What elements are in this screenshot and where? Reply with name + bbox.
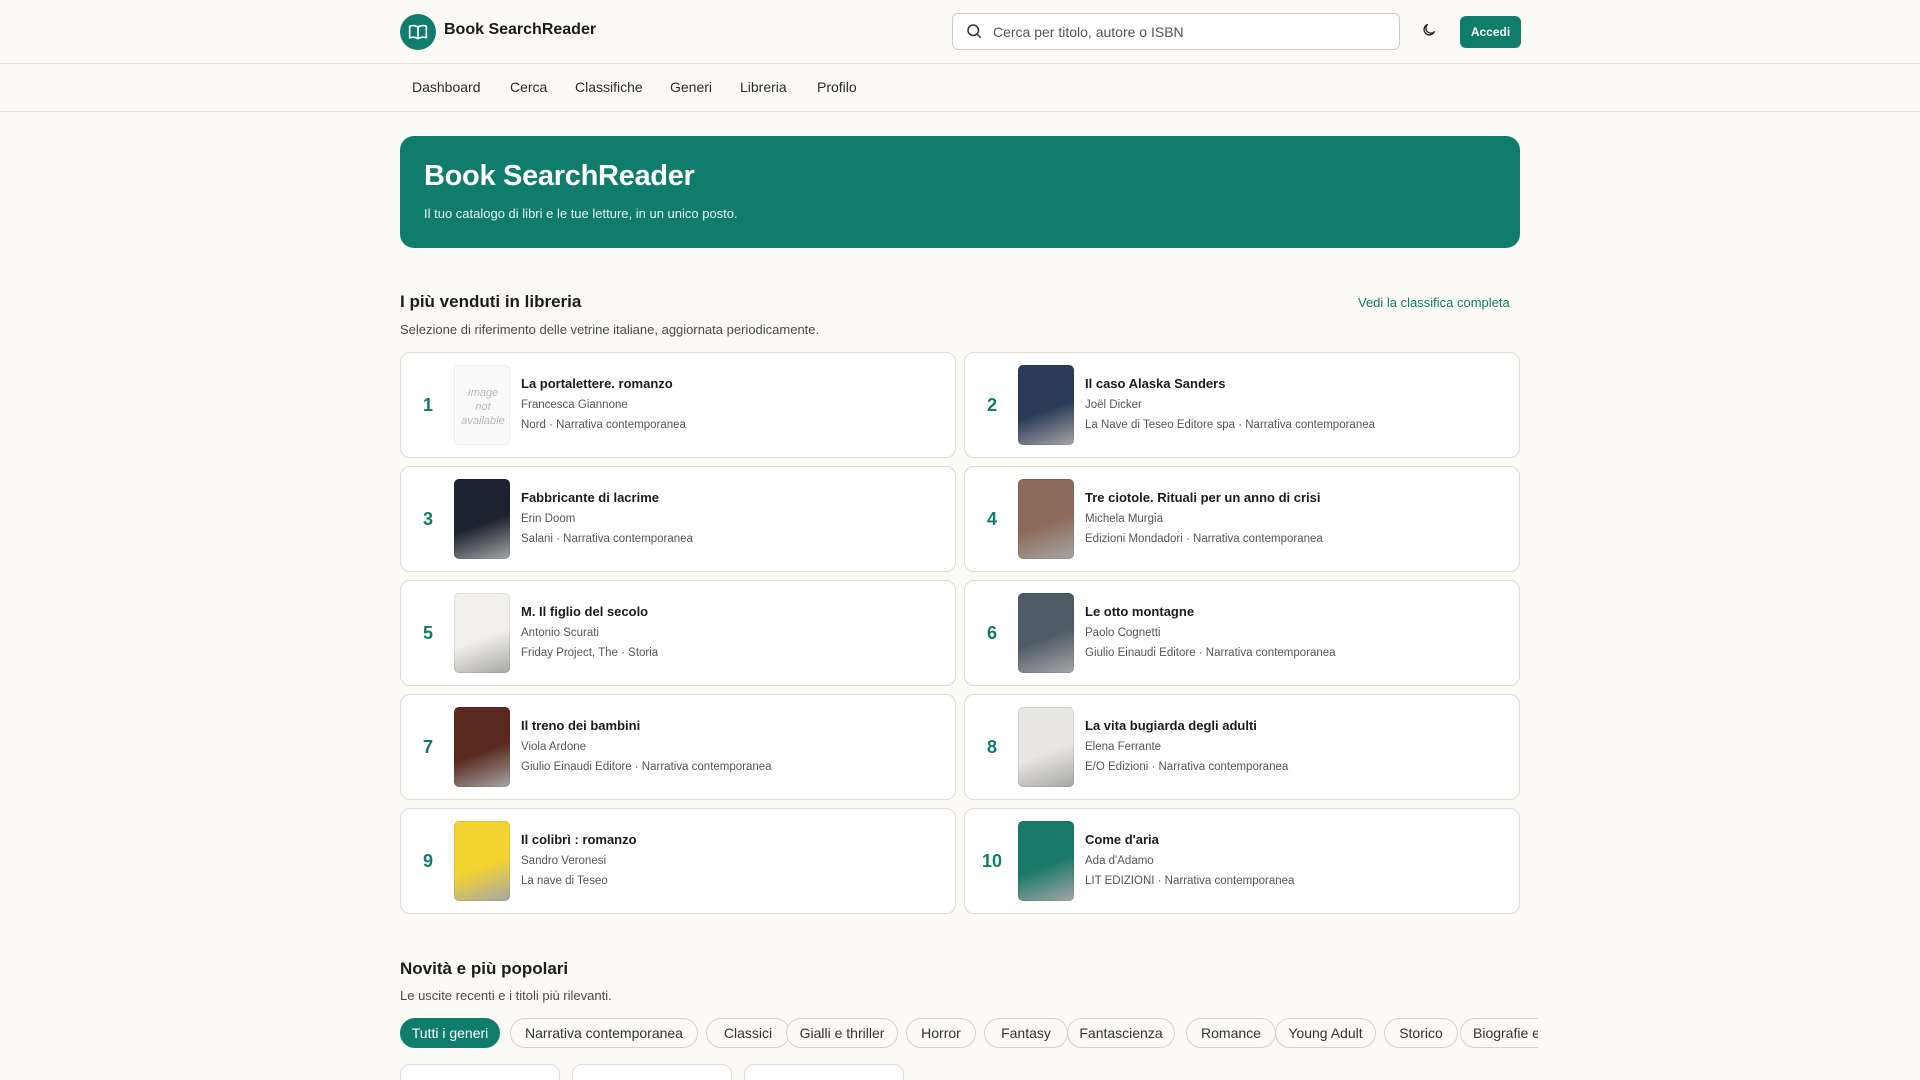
bestseller-card[interactable]: 7 Il treno dei bambini Viola Ardone Giulio … bbox=[400, 694, 956, 800]
hero-banner: Book SearchReader Il tuo catalogo di lib… bbox=[400, 136, 1520, 248]
book-publisher-genre: E/O Edizioni · Narrativa contemporanea bbox=[1085, 761, 1289, 773]
book-author: Antonio Scurati bbox=[521, 627, 599, 639]
book-author: Viola Ardone bbox=[521, 741, 587, 753]
book-cover[interactable] bbox=[1018, 365, 1074, 445]
genre-chip[interactable]: Romance bbox=[1186, 1018, 1276, 1048]
nav-classifiche[interactable]: Classifiche bbox=[575, 79, 643, 95]
book-publisher-genre: La nave di Teseo bbox=[521, 875, 608, 887]
book-card-partial[interactable] bbox=[572, 1064, 732, 1080]
book-title[interactable]: Tre ciotole. Rituali per un anno di cris… bbox=[1085, 490, 1321, 505]
book-card-partial[interactable] bbox=[400, 1064, 560, 1080]
book-author: Elena Ferrante bbox=[1085, 741, 1162, 753]
theme-toggle-button[interactable] bbox=[1416, 19, 1442, 45]
genre-chip[interactable]: Storico bbox=[1384, 1018, 1458, 1048]
book-card-partial[interactable] bbox=[744, 1064, 904, 1080]
book-cover[interactable] bbox=[454, 593, 510, 673]
rank-number: 1 bbox=[422, 394, 433, 415]
book-title[interactable]: Il treno dei bambini bbox=[521, 718, 640, 733]
book-publisher-genre: Salani · Narrativa contemporanea bbox=[521, 533, 693, 545]
brand-name[interactable]: Book SearchReader bbox=[444, 21, 596, 39]
see-full-ranking-link[interactable]: Vedi la classifica completa bbox=[1358, 295, 1510, 310]
search-bar[interactable] bbox=[952, 13, 1400, 50]
book-title[interactable]: M. Il figlio del secolo bbox=[521, 604, 648, 619]
bestseller-card[interactable]: 9 Il colibrì : romanzo Sandro Veronesi La n… bbox=[400, 808, 956, 914]
book-publisher-genre: Nord · Narrativa contemporanea bbox=[521, 419, 686, 431]
bestseller-card[interactable]: 6 Le otto montagne Paolo Cognetti Giulio Ei… bbox=[964, 580, 1520, 686]
book-publisher-genre: LIT EDIZIONI · Narrativa contemporanea bbox=[1085, 875, 1295, 887]
book-publisher-genre: Friday Project, The · Storia bbox=[521, 647, 659, 659]
genre-chip[interactable]: Tutti i generi bbox=[400, 1018, 500, 1048]
nav-dashboard[interactable]: Dashboard bbox=[412, 79, 481, 95]
top-bar: Book SearchReader Accedi bbox=[0, 0, 1920, 64]
book-publisher-genre: Edizioni Mondadori · Narrativa contempor… bbox=[1085, 533, 1323, 545]
book-title[interactable]: Il colibrì : romanzo bbox=[521, 832, 637, 847]
book-author: Sandro Veronesi bbox=[521, 855, 607, 867]
rank-number: 7 bbox=[422, 736, 433, 757]
rank-number: 4 bbox=[986, 508, 997, 529]
book-cover[interactable] bbox=[1018, 593, 1074, 673]
genre-chip[interactable]: Fantasy bbox=[984, 1018, 1068, 1048]
bestseller-card[interactable]: 3 Fabbricante di lacrime Erin Doom Salani ·… bbox=[400, 466, 956, 572]
popular-title: Novità e più popolari bbox=[400, 959, 569, 978]
bestseller-card[interactable]: 8 La vita bugiarda degli adulti Elena Ferr… bbox=[964, 694, 1520, 800]
book-logo-icon[interactable] bbox=[400, 14, 436, 50]
book-author: Joël Dicker bbox=[1085, 399, 1142, 411]
bestseller-card[interactable]: 2 Il caso Alaska Sanders Joël Dicker La Nav… bbox=[964, 352, 1520, 458]
book-cover[interactable] bbox=[1018, 821, 1074, 901]
book-cover[interactable] bbox=[454, 707, 510, 787]
book-publisher-genre: Giulio Einaudi Editore · Narrativa conte… bbox=[521, 761, 772, 773]
book-author: Ada d'Adamo bbox=[1085, 855, 1154, 867]
search-input[interactable] bbox=[993, 23, 1373, 40]
rank-number: 3 bbox=[422, 508, 433, 529]
rank-number: 10 bbox=[981, 850, 1003, 871]
hero-subtitle: Il tuo catalogo di libri e le tue lettur… bbox=[424, 206, 738, 221]
book-author: Francesca Giannone bbox=[521, 399, 628, 411]
rank-number: 9 bbox=[422, 850, 433, 871]
moon-icon bbox=[1421, 22, 1437, 43]
bestsellers-title: I più venduti in libreria bbox=[400, 292, 582, 311]
book-cover[interactable]: Image not available bbox=[454, 365, 510, 445]
book-publisher-genre: Giulio Einaudi Editore · Narrativa conte… bbox=[1085, 647, 1336, 659]
book-cover[interactable] bbox=[454, 479, 510, 559]
bestseller-card[interactable]: 5 M. Il figlio del secolo Antonio Scurati F… bbox=[400, 580, 956, 686]
book-author: Erin Doom bbox=[521, 513, 576, 525]
book-cover[interactable] bbox=[454, 821, 510, 901]
nav-generi[interactable]: Generi bbox=[670, 79, 712, 95]
genre-chip[interactable]: Horror bbox=[906, 1018, 976, 1048]
rank-number: 5 bbox=[422, 622, 433, 643]
bestseller-card[interactable]: 10 Come d'aria Ada d'Adamo LIT EDIZIONI · N… bbox=[964, 808, 1520, 914]
genre-chip[interactable]: Young Adult bbox=[1275, 1018, 1376, 1048]
book-author: Michela Murgia bbox=[1085, 513, 1163, 525]
main-nav: Dashboard Cerca Classifiche Generi Libre… bbox=[0, 64, 1920, 112]
popular-subtitle: Le uscite recenti e i titoli più rilevan… bbox=[400, 988, 612, 1003]
cover-placeholder-text: Image not available bbox=[461, 387, 505, 427]
bestseller-card[interactable]: 1 Image not available La portalettere. rom… bbox=[400, 352, 956, 458]
nav-cerca[interactable]: Cerca bbox=[510, 79, 547, 95]
search-icon bbox=[965, 22, 985, 42]
bestsellers-subtitle: Selezione di riferimento delle vetrine i… bbox=[400, 322, 820, 337]
book-title[interactable]: La portalettere. romanzo bbox=[521, 376, 673, 391]
rank-number: 2 bbox=[986, 394, 997, 415]
hero-title: Book SearchReader bbox=[424, 160, 695, 192]
login-button[interactable]: Accedi bbox=[1460, 16, 1521, 48]
bestseller-card[interactable]: 4 Tre ciotole. Rituali per un anno di cri… bbox=[964, 466, 1520, 572]
genre-chip[interactable]: Narrativa contemporanea bbox=[510, 1018, 698, 1048]
book-title[interactable]: La vita bugiarda degli adulti bbox=[1085, 718, 1257, 733]
book-title[interactable]: Le otto montagne bbox=[1085, 604, 1194, 619]
genre-chip[interactable]: Classici bbox=[706, 1018, 790, 1048]
rank-number: 8 bbox=[986, 736, 997, 757]
book-cover[interactable] bbox=[1018, 707, 1074, 787]
nav-profilo[interactable]: Profilo bbox=[817, 79, 857, 95]
book-author: Paolo Cognetti bbox=[1085, 627, 1161, 639]
genre-chip[interactable]: Gialli e thriller bbox=[786, 1018, 898, 1048]
nav-libreria[interactable]: Libreria bbox=[740, 79, 787, 95]
genre-chip[interactable]: Biografie e bbox=[1460, 1018, 1538, 1048]
book-title[interactable]: Fabbricante di lacrime bbox=[521, 490, 659, 505]
genre-chip[interactable]: Fantascienza bbox=[1067, 1018, 1175, 1048]
book-publisher-genre: La Nave di Teseo Editore spa · Narrativa… bbox=[1085, 419, 1376, 431]
book-cover[interactable] bbox=[1018, 479, 1074, 559]
book-title[interactable]: Il caso Alaska Sanders bbox=[1085, 376, 1225, 391]
book-title[interactable]: Come d'aria bbox=[1085, 832, 1159, 847]
rank-number: 6 bbox=[986, 622, 997, 643]
